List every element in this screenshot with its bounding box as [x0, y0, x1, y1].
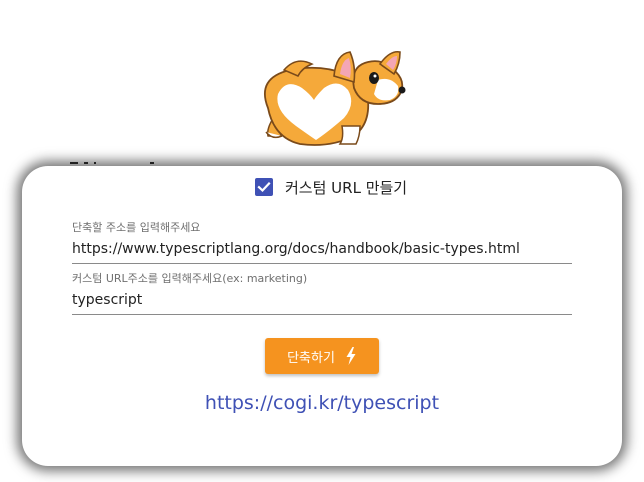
custom-url-checkbox[interactable]	[255, 178, 273, 196]
original-url-label: 단축할 주소를 입력해주세요	[72, 221, 201, 234]
check-icon	[257, 181, 271, 193]
original-url-field: 단축할 주소를 입력해주세요	[72, 221, 572, 264]
custom-path-input[interactable]	[72, 286, 572, 315]
custom-url-label: 커스텀 URL 만들기	[285, 178, 408, 197]
custom-path-field: 커스텀 URL주소를 입력해주세요(ex: marketing)	[72, 272, 572, 315]
original-url-input[interactable]	[72, 235, 572, 264]
short-url-link[interactable]: https://cogi.kr/typescript	[22, 392, 622, 414]
shortener-card: 커스텀 URL 만들기 단축할 주소를 입력해주세요 커스텀 URL주소를 입력…	[22, 166, 622, 466]
corgi-icon	[263, 50, 406, 146]
lightning-bolt-icon	[346, 347, 356, 365]
shorten-button[interactable]: 단축하기	[265, 338, 379, 374]
shorten-button-label: 단축하기	[287, 349, 335, 365]
custom-path-label: 커스텀 URL주소를 입력해주세요(ex: marketing)	[72, 272, 308, 285]
page: 커스텀 URL 만들기 단축할 주소를 입력해주세요 커스텀 URL주소를 입력…	[0, 0, 644, 482]
custom-url-toggle[interactable]: 커스텀 URL 만들기	[255, 177, 407, 197]
